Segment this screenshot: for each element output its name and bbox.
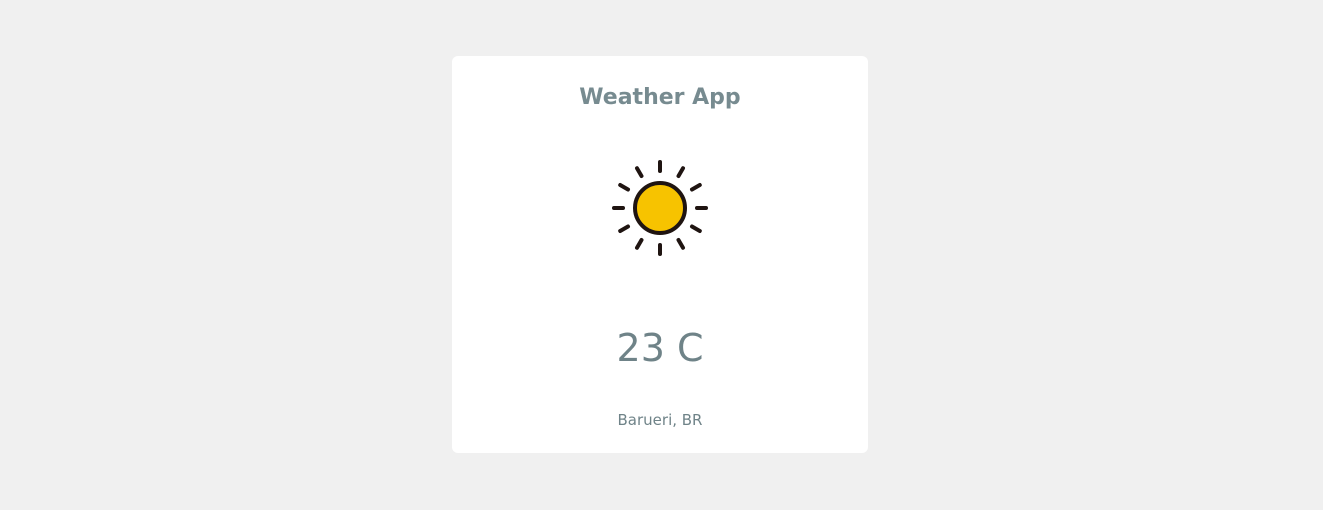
location-label: Barueri, BR — [617, 411, 703, 429]
weather-card: Weather App 23 C Barueri, BR — [452, 56, 868, 453]
sun-icon-graphic — [612, 160, 708, 256]
sun-icon — [610, 158, 710, 258]
temperature-value: 23 C — [616, 326, 704, 370]
app-title: Weather App — [579, 85, 741, 110]
